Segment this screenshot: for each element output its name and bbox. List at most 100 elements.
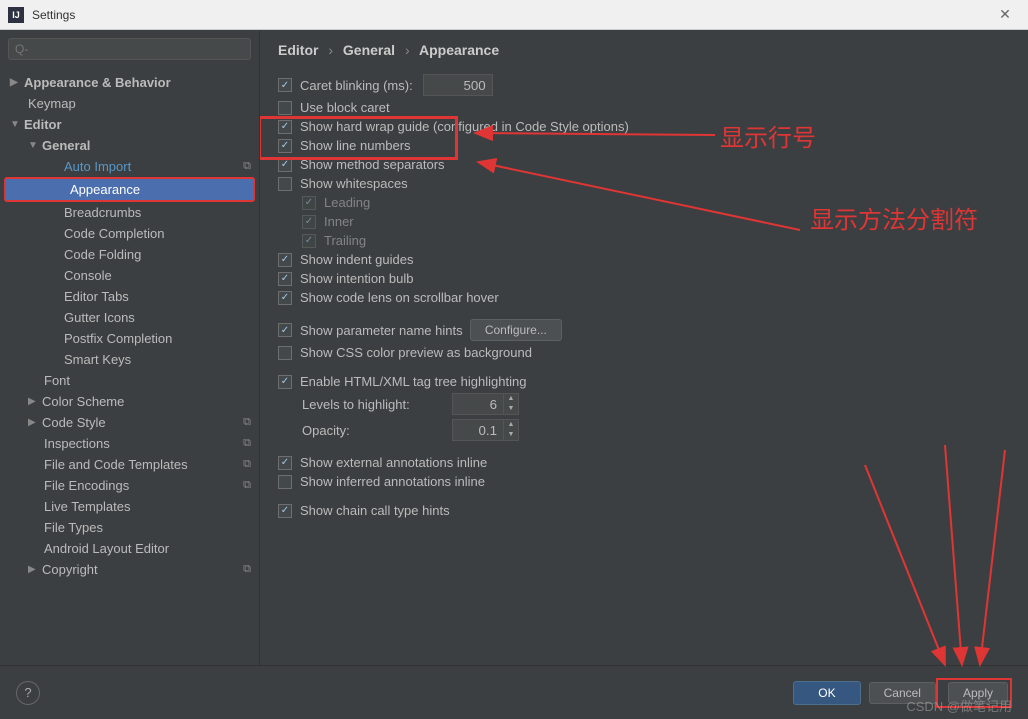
label-inner: Inner — [324, 214, 354, 229]
label-hard-wrap: Show hard wrap guide (configured in Code… — [300, 119, 629, 134]
scope-icon: ⧉ — [243, 437, 251, 450]
chk-caret-blinking[interactable] — [278, 78, 292, 92]
chk-code-lens[interactable] — [278, 291, 292, 305]
label-code-lens: Show code lens on scrollbar hover — [300, 290, 499, 305]
spin-up-icon[interactable]: ▲ — [504, 394, 518, 404]
app-icon: IJ — [8, 7, 24, 23]
chk-trailing — [302, 234, 316, 248]
settings-content: Editor › General › Appearance Caret blin… — [260, 30, 1028, 665]
window-title: Settings — [32, 8, 990, 22]
input-opacity[interactable] — [453, 423, 503, 438]
breadcrumb: Editor › General › Appearance — [278, 42, 1010, 58]
tree-live-templates[interactable]: Live Templates — [0, 496, 259, 517]
sidebar: ▶Appearance & Behavior Keymap ▼Editor ▼G… — [0, 30, 260, 665]
label-inferred-annotations: Show inferred annotations inline — [300, 474, 485, 489]
label-method-separators: Show method separators — [300, 157, 445, 172]
breadcrumb-editor[interactable]: Editor — [278, 42, 318, 58]
label-chain-hints: Show chain call type hints — [300, 503, 450, 518]
tree-smart-keys[interactable]: Smart Keys — [0, 349, 259, 370]
label-block-caret: Use block caret — [300, 100, 390, 115]
tree-color-scheme[interactable]: ▶Color Scheme — [0, 391, 259, 412]
close-icon[interactable]: ✕ — [990, 6, 1020, 23]
label-external-annotations: Show external annotations inline — [300, 455, 487, 470]
chk-param-hints[interactable] — [278, 323, 292, 337]
tree-code-completion[interactable]: Code Completion — [0, 223, 259, 244]
spin-up-icon[interactable]: ▲ — [504, 420, 518, 430]
input-caret-blinking[interactable] — [423, 74, 493, 96]
tree-inspections[interactable]: Inspections⧉ — [0, 433, 259, 454]
tree-file-types[interactable]: File Types — [0, 517, 259, 538]
chk-external-annotations[interactable] — [278, 456, 292, 470]
tree-code-style[interactable]: ▶Code Style⧉ — [0, 412, 259, 433]
tree-gutter-icons[interactable]: Gutter Icons — [0, 307, 259, 328]
tree-file-encodings[interactable]: File Encodings⧉ — [0, 475, 259, 496]
label-levels: Levels to highlight: — [302, 397, 442, 412]
chevron-right-icon: ▶ — [28, 396, 42, 407]
tree-file-code-templates[interactable]: File and Code Templates⧉ — [0, 454, 259, 475]
spin-down-icon[interactable]: ▼ — [504, 404, 518, 414]
breadcrumb-general[interactable]: General — [343, 42, 395, 58]
scope-icon: ⧉ — [243, 160, 251, 173]
chk-method-separators[interactable] — [278, 158, 292, 172]
tree-android-layout-editor[interactable]: Android Layout Editor — [0, 538, 259, 559]
label-whitespaces: Show whitespaces — [300, 176, 408, 191]
chk-indent-guides[interactable] — [278, 253, 292, 267]
tree-general[interactable]: ▼General — [0, 135, 259, 156]
label-caret-blinking: Caret blinking (ms): — [300, 78, 413, 93]
scope-icon: ⧉ — [243, 416, 251, 429]
tree-breadcrumbs[interactable]: Breadcrumbs — [0, 202, 259, 223]
chevron-right-icon: › — [328, 42, 333, 58]
scope-icon: ⧉ — [243, 479, 251, 492]
tree-copyright[interactable]: ▶Copyright⧉ — [0, 559, 259, 580]
label-param-hints: Show parameter name hints — [300, 323, 463, 338]
label-leading: Leading — [324, 195, 370, 210]
configure-button[interactable]: Configure... — [470, 319, 562, 341]
label-intention-bulb: Show intention bulb — [300, 271, 413, 286]
tree-appearance-behavior[interactable]: ▶Appearance & Behavior — [0, 72, 259, 93]
chevron-right-icon: ▶ — [28, 417, 42, 428]
label-opacity: Opacity: — [302, 423, 442, 438]
help-button[interactable]: ? — [16, 681, 40, 705]
tree-keymap[interactable]: Keymap — [0, 93, 259, 114]
spinner-levels[interactable]: ▲▼ — [452, 393, 519, 415]
footer: ? OK Cancel Apply — [0, 665, 1028, 719]
chevron-right-icon: › — [405, 42, 410, 58]
input-levels[interactable] — [453, 397, 503, 412]
label-indent-guides: Show indent guides — [300, 252, 413, 267]
settings-tree: ▶Appearance & Behavior Keymap ▼Editor ▼G… — [0, 68, 259, 665]
tree-appearance[interactable]: Appearance — [6, 179, 253, 200]
breadcrumb-appearance: Appearance — [419, 42, 499, 58]
chevron-right-icon: ▶ — [28, 564, 42, 575]
chk-leading — [302, 196, 316, 210]
label-html-tag: Enable HTML/XML tag tree highlighting — [300, 374, 526, 389]
label-css-preview: Show CSS color preview as background — [300, 345, 532, 360]
tree-code-folding[interactable]: Code Folding — [0, 244, 259, 265]
spinner-opacity[interactable]: ▲▼ — [452, 419, 519, 441]
tree-auto-import[interactable]: Auto Import⧉ — [0, 156, 259, 177]
tree-console[interactable]: Console — [0, 265, 259, 286]
tree-editor-tabs[interactable]: Editor Tabs — [0, 286, 259, 307]
spin-down-icon[interactable]: ▼ — [504, 430, 518, 440]
search-input[interactable] — [8, 38, 251, 60]
chk-intention-bulb[interactable] — [278, 272, 292, 286]
chk-html-tag[interactable] — [278, 375, 292, 389]
chk-inner — [302, 215, 316, 229]
chevron-right-icon: ▶ — [10, 77, 24, 88]
chk-block-caret[interactable] — [278, 101, 292, 115]
tree-postfix-completion[interactable]: Postfix Completion — [0, 328, 259, 349]
scope-icon: ⧉ — [243, 458, 251, 471]
chk-chain-hints[interactable] — [278, 504, 292, 518]
label-trailing: Trailing — [324, 233, 366, 248]
scope-icon: ⧉ — [243, 563, 251, 576]
chk-hard-wrap[interactable] — [278, 120, 292, 134]
tree-font[interactable]: Font — [0, 370, 259, 391]
ok-button[interactable]: OK — [793, 681, 860, 705]
titlebar: IJ Settings ✕ — [0, 0, 1028, 30]
chk-line-numbers[interactable] — [278, 139, 292, 153]
chk-css-preview[interactable] — [278, 346, 292, 360]
chk-whitespaces[interactable] — [278, 177, 292, 191]
chevron-down-icon: ▼ — [10, 119, 24, 130]
tree-editor[interactable]: ▼Editor — [0, 114, 259, 135]
watermark: CSDN @做笔记用 — [906, 696, 1012, 715]
chk-inferred-annotations[interactable] — [278, 475, 292, 489]
